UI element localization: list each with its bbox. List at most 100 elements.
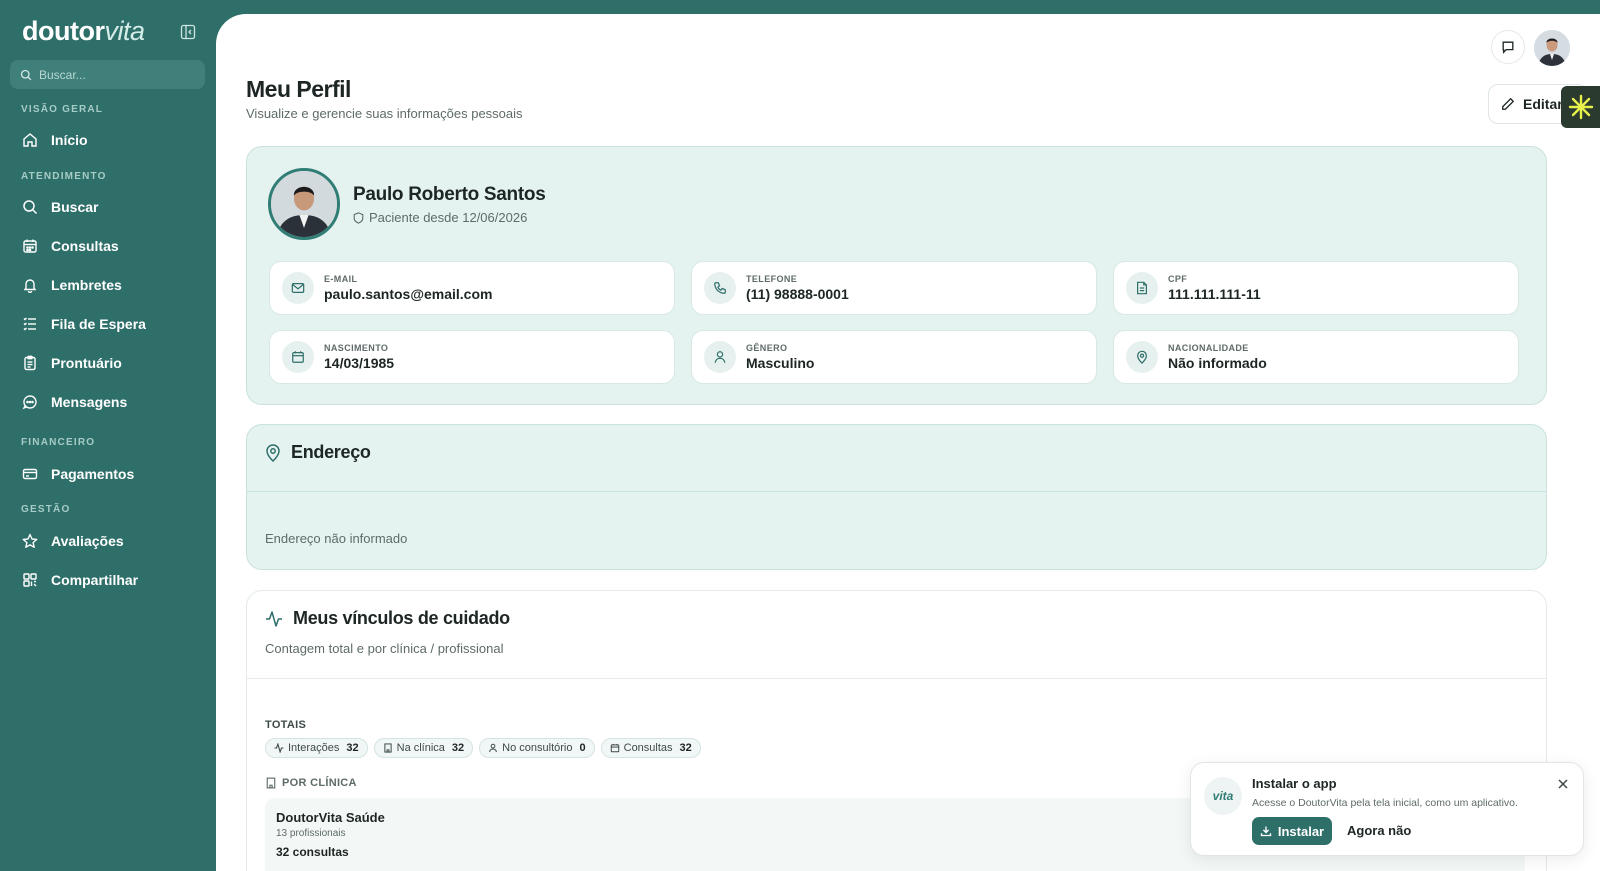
chip-count: 32 xyxy=(346,742,359,754)
chip-label: Consultas xyxy=(623,742,673,754)
care-bonds-header: Meus vínculos de cuidado xyxy=(265,608,510,629)
sidebar-item-label: Início xyxy=(51,132,88,148)
search-input[interactable] xyxy=(39,67,189,82)
sidebar-item-avaliacoes[interactable]: Avaliações xyxy=(10,524,205,558)
assistant-widget[interactable] xyxy=(1561,86,1600,128)
divider xyxy=(247,491,1546,492)
sidebar-item-prontuario[interactable]: Prontuário xyxy=(10,346,205,380)
search-icon xyxy=(23,200,38,215)
sidebar-item-mensagens[interactable]: Mensagens xyxy=(10,385,205,419)
sidebar-collapse-icon[interactable] xyxy=(180,24,196,40)
phone-icon xyxy=(704,272,736,304)
nationality-value: Não informado xyxy=(1168,355,1267,371)
search-icon xyxy=(20,69,32,80)
pencil-icon xyxy=(1502,97,1515,110)
message-square-icon xyxy=(1502,41,1514,54)
sidebar-item-pagamentos[interactable]: Pagamentos xyxy=(10,457,205,491)
info-cpf: CPF 111.111.111-11 xyxy=(1113,261,1519,315)
address-title: Endereço xyxy=(291,442,371,462)
install-button[interactable]: Instalar xyxy=(1252,817,1332,845)
info-label: NASCIMENTO xyxy=(324,343,389,353)
sidebar-item-label: Lembretes xyxy=(51,277,122,293)
building-icon xyxy=(266,777,276,789)
person-photo-icon xyxy=(1534,30,1570,66)
info-label: GÊNERO xyxy=(746,343,788,353)
sidebar-item-fila-de-espera[interactable]: Fila de Espera xyxy=(10,307,205,341)
info-telefone: TELEFONE (11) 98888-0001 xyxy=(691,261,1097,315)
profile-name: Paulo Roberto Santos xyxy=(353,184,546,205)
not-now-button[interactable]: Agora não xyxy=(1347,823,1411,838)
info-label: NACIONALIDADE xyxy=(1168,343,1249,353)
info-email: E-MAIL paulo.santos@email.com xyxy=(269,261,675,315)
info-label: E-MAIL xyxy=(324,274,358,284)
cpf-value: 111.111.111-11 xyxy=(1168,286,1261,302)
brand-logo[interactable]: doutorvita xyxy=(22,16,145,47)
location-icon xyxy=(266,443,280,462)
sidebar-item-lembretes[interactable]: Lembretes xyxy=(10,268,205,302)
edit-label: Editar xyxy=(1523,96,1563,112)
user-avatar[interactable] xyxy=(1534,30,1570,66)
sidebar-item-label: Consultas xyxy=(51,238,119,254)
info-nacionalidade: NACIONALIDADE Não informado xyxy=(1113,330,1519,384)
profile-card: Paulo Roberto Santos Paciente desde 12/0… xyxy=(246,146,1547,405)
chip-na-clinica: Na clínica 32 xyxy=(373,738,474,758)
info-label: TELEFONE xyxy=(746,274,798,284)
main-content: Meu Perfil Visualize e gerencie suas inf… xyxy=(216,14,1600,871)
section-label-financeiro: FINANCEIRO xyxy=(21,437,96,448)
chip-label: No consultório xyxy=(502,742,573,754)
chip-consultas: Consultas 32 xyxy=(600,738,701,758)
document-icon xyxy=(1126,272,1158,304)
address-card: Endereço Endereço não informado xyxy=(246,424,1547,570)
info-label: CPF xyxy=(1168,274,1188,284)
sidebar-item-label: Pagamentos xyxy=(51,466,135,482)
star-icon xyxy=(22,533,38,548)
bell-icon xyxy=(23,279,37,293)
install-description: Acesse o DoutorVita pela tela inicial, c… xyxy=(1252,797,1518,809)
mail-icon xyxy=(282,272,314,304)
sidebar-item-compartilhar[interactable]: Compartilhar xyxy=(10,563,205,597)
sidebar: doutorvita VISÃO GERAL Início ATENDIMENT… xyxy=(0,0,216,871)
install-label: Instalar xyxy=(1277,823,1325,839)
info-nascimento: NASCIMENTO 14/03/1985 xyxy=(269,330,675,384)
close-icon[interactable] xyxy=(1556,777,1570,791)
calendar-icon xyxy=(610,743,619,753)
list-icon xyxy=(23,317,36,331)
page-subtitle: Visualize e gerencie suas informações pe… xyxy=(246,106,523,121)
sidebar-item-label: Compartilhar xyxy=(51,572,139,588)
building-icon xyxy=(384,743,392,753)
location-icon xyxy=(1126,341,1158,373)
chip-interacoes: Interações 32 xyxy=(265,738,368,758)
app-logo: vita xyxy=(1204,777,1242,815)
calendar-icon xyxy=(282,341,314,373)
patient-since: Paciente desde 12/06/2026 xyxy=(353,210,527,225)
address-empty-text: Endereço não informado xyxy=(265,531,408,546)
address-header: Endereço xyxy=(265,442,371,463)
birthdate-value: 14/03/1985 xyxy=(324,355,395,371)
totals-chips: Interações 32 Na clínica 32 No consultório… xyxy=(265,738,701,758)
sidebar-item-label: Mensagens xyxy=(51,394,128,410)
info-genero: GÊNERO Masculino xyxy=(691,330,1097,384)
download-icon xyxy=(1260,826,1272,837)
shield-icon xyxy=(353,211,364,224)
chip-count: 32 xyxy=(451,742,465,754)
sidebar-item-inicio[interactable]: Início xyxy=(10,123,205,157)
home-icon xyxy=(23,133,37,147)
chip-label: Na clínica xyxy=(396,742,445,754)
install-title: Instalar o app xyxy=(1252,776,1337,791)
messages-button[interactable] xyxy=(1491,30,1525,64)
profile-avatar xyxy=(268,168,340,240)
care-bonds-title: Meus vínculos de cuidado xyxy=(293,608,510,628)
install-app-toast: vita Instalar o app Acesse o DoutorVita … xyxy=(1190,762,1584,856)
sidebar-item-label: Buscar xyxy=(51,199,99,215)
calendar-icon xyxy=(23,239,37,253)
activity-icon xyxy=(266,610,282,627)
phone-value: (11) 98888-0001 xyxy=(746,286,849,302)
sidebar-item-consultas[interactable]: Consultas xyxy=(10,229,205,263)
search-box[interactable] xyxy=(10,60,205,89)
sidebar-item-buscar[interactable]: Buscar xyxy=(10,190,205,224)
by-clinic-text: POR CLÍNICA xyxy=(282,777,357,789)
chip-no-consultorio: No consultório 0 xyxy=(479,738,595,758)
section-label-gestao: GESTÃO xyxy=(21,504,71,515)
by-clinic-label: POR CLÍNICA xyxy=(265,777,357,789)
user-icon xyxy=(704,341,736,373)
